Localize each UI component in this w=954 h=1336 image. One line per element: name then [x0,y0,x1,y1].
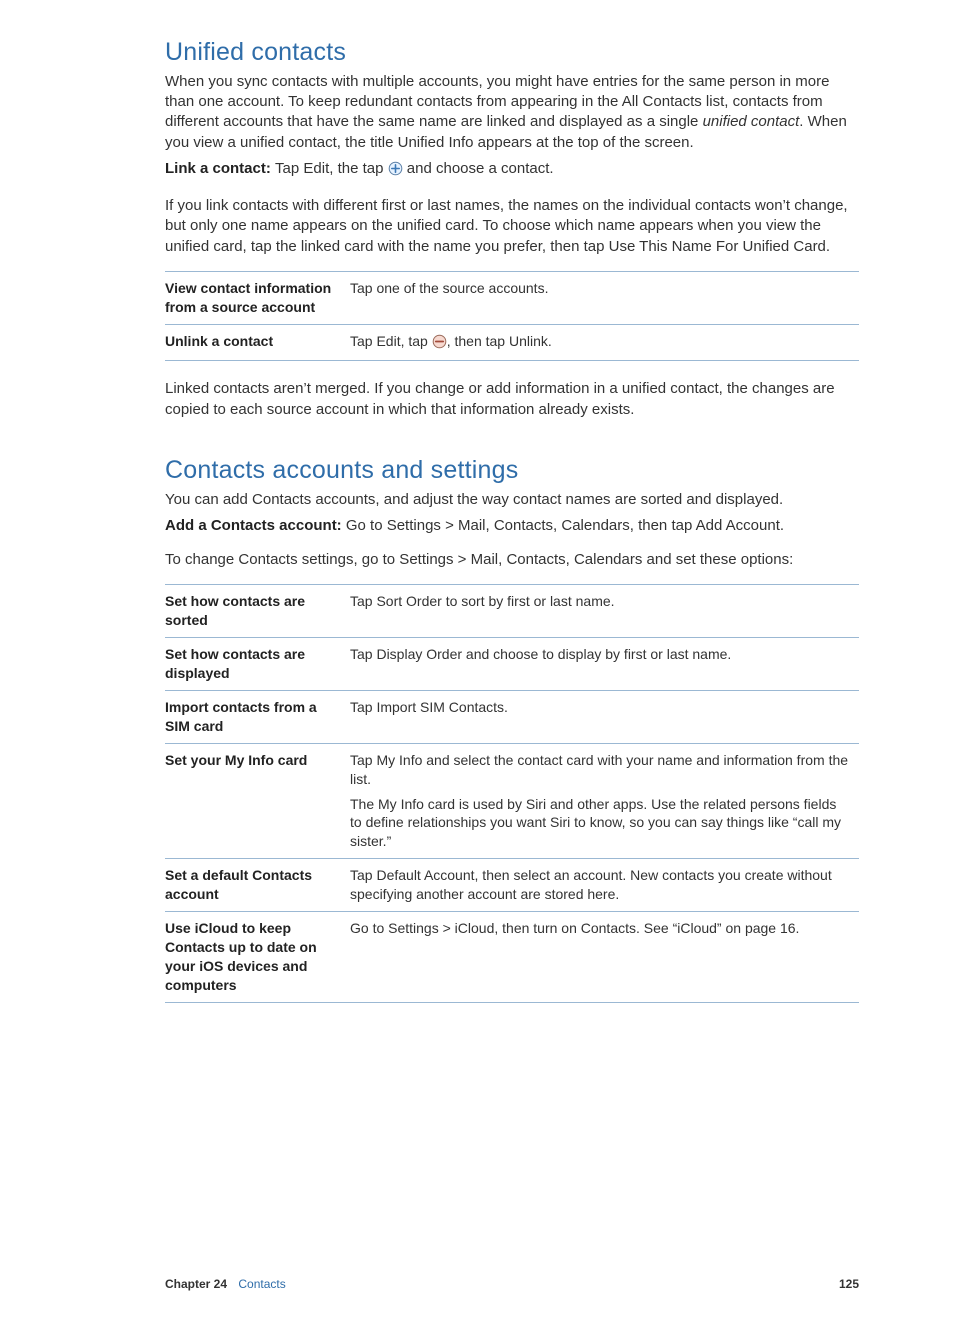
body-text: To change Contacts settings, go to Setti… [165,550,859,570]
row-label: Set a default Contacts account [165,859,350,912]
row-value: Tap Import SIM Contacts. [350,690,859,743]
row-value: Tap one of the source accounts. [350,271,859,324]
text-span: Tap Edit, the tap [275,160,388,177]
text-span: Tap My Info and select the contact card … [350,752,848,787]
table-row: Set how contacts are sorted Tap Sort Ord… [165,585,859,638]
row-value: Tap Display Order and choose to display … [350,638,859,691]
row-value: Tap Edit, tap , then tap Unlink. [350,324,859,361]
row-value: Tap Default Account, then select an acco… [350,859,859,912]
body-text: Linked contacts aren’t merged. If you ch… [165,379,859,420]
text-span: and choose a contact. [403,160,554,177]
table-row: Set a default Contacts account Tap Defau… [165,859,859,912]
page-footer: Chapter 24 Contacts 125 [165,1276,859,1292]
row-label: View contact information from a source a… [165,271,350,324]
body-text: If you link contacts with different firs… [165,196,859,257]
section-heading-unified: Unified contacts [165,36,859,70]
footer-chapter: Chapter 24 [165,1277,227,1291]
table-row: Use iCloud to keep Contacts up to date o… [165,912,859,1003]
section-heading-accounts: Contacts accounts and settings [165,454,859,488]
row-label: Set your My Info card [165,743,350,858]
page-content: Unified contacts When you sync contacts … [0,0,954,1336]
action-label: Link a contact: [165,160,275,177]
text-span: , then tap Unlink. [447,333,552,349]
table-row: Unlink a contact Tap Edit, tap , then ta… [165,324,859,361]
body-text: When you sync contacts with multiple acc… [165,72,859,153]
settings-table: Set how contacts are sorted Tap Sort Ord… [165,584,859,1002]
body-text: You can add Contacts accounts, and adjus… [165,490,859,510]
footer-title: Contacts [238,1277,285,1291]
row-value: Go to Settings > iCloud, then turn on Co… [350,912,859,1003]
row-value: Tap Sort Order to sort by first or last … [350,585,859,638]
table-row: Set how contacts are displayed Tap Displ… [165,638,859,691]
row-label: Unlink a contact [165,324,350,361]
body-text: Add a Contacts account: Go to Settings >… [165,516,859,536]
row-label: Use iCloud to keep Contacts up to date o… [165,912,350,1003]
row-label: Set how contacts are displayed [165,638,350,691]
italic-term: unified contact [703,113,800,130]
row-label: Set how contacts are sorted [165,585,350,638]
table-row: Import contacts from a SIM card Tap Impo… [165,690,859,743]
table-row: Set your My Info card Tap My Info and se… [165,743,859,858]
body-text: Link a contact: Tap Edit, the tap and ch… [165,159,859,182]
remove-icon [432,334,447,354]
row-label: Import contacts from a SIM card [165,690,350,743]
action-label: Add a Contacts account: [165,517,346,534]
actions-table: View contact information from a source a… [165,271,859,362]
text-span: Tap Edit, tap [350,333,432,349]
text-span: Go to Settings > Mail, Contacts, Calenda… [346,517,784,534]
add-icon [388,161,403,182]
text-sub: The My Info card is used by Siri and oth… [350,795,851,852]
footer-page-number: 125 [839,1276,859,1292]
row-value: Tap My Info and select the contact card … [350,743,859,858]
table-row: View contact information from a source a… [165,271,859,324]
